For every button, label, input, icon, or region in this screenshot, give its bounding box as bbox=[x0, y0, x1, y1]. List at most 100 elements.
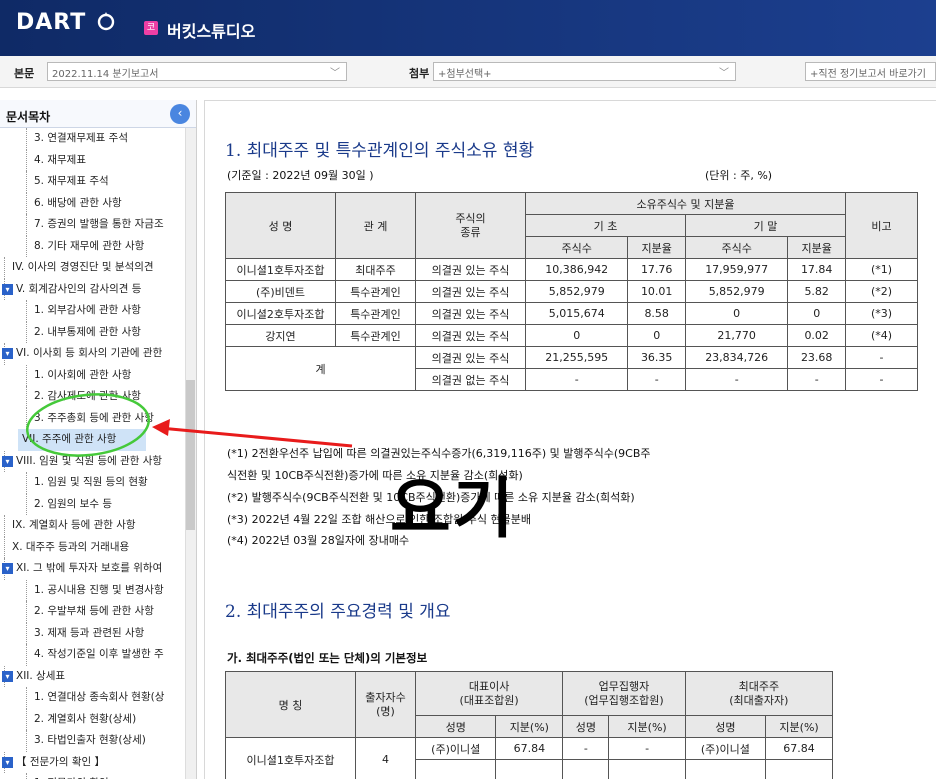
dart-logo-emblem-icon bbox=[97, 12, 115, 31]
sidebar-toc-item[interactable]: 1. 공시내용 진행 및 변경사항 bbox=[0, 579, 184, 601]
sidebar-toc-item[interactable]: 1. 이사회에 관한 사항 bbox=[0, 364, 184, 386]
sidebar-toc-item[interactable]: X. 대주주 등과의 거래내용 bbox=[0, 536, 184, 558]
expand-toggle-icon[interactable]: ▾ bbox=[2, 563, 13, 574]
sidebar-toc-item[interactable]: 3. 연결재무제표 주석 bbox=[0, 128, 184, 150]
cell: 17.76 bbox=[627, 258, 686, 281]
expand-toggle-icon[interactable]: ▾ bbox=[2, 348, 13, 359]
sidebar-toc-item[interactable]: 2. 계열회사 현황(상세) bbox=[0, 708, 184, 730]
cell: 0 bbox=[787, 302, 846, 325]
section-title: 1. 최대주주 및 특수관계인의 주식소유 현황 bbox=[225, 141, 535, 161]
sidebar-toc-item[interactable]: 2. 우발부채 등에 관한 사항 bbox=[0, 601, 184, 623]
sidebar-toc-item[interactable]: IX. 계열회사 등에 관한 사항 bbox=[0, 515, 184, 537]
tree-line bbox=[26, 407, 27, 429]
main-doc-select[interactable]: 2022.11.14 분기보고서 ﹀ bbox=[47, 62, 347, 81]
sidebar-toc-item[interactable]: ▾ VIII. 임원 및 직원 등에 관한 사항 bbox=[0, 450, 184, 472]
toc-scrollbar-thumb[interactable] bbox=[186, 380, 195, 530]
attach-select[interactable]: +첨부선택+ ﹀ bbox=[433, 62, 736, 81]
sidebar-toc-item[interactable]: 8. 기타 재무에 관한 사항 bbox=[0, 235, 184, 257]
cell: (주)이니셜 bbox=[414, 737, 497, 760]
sidebar-toc-item[interactable]: 1. 전문가의 확인 bbox=[0, 773, 184, 779]
cell: 10.01 bbox=[627, 280, 686, 303]
col-ratio: 지분율 bbox=[627, 236, 686, 259]
sidebar-toc-item[interactable]: 5. 재무제표 주석 bbox=[0, 171, 184, 193]
sidebar-toc-item[interactable]: 1. 외부감사에 관한 사항 bbox=[0, 300, 184, 322]
cell: 특수관계인 bbox=[335, 302, 416, 325]
toc-item-label: 2. 내부통제에 관한 사항 bbox=[34, 325, 141, 338]
company-badge: 코 bbox=[144, 21, 158, 35]
col-end: 기 말 bbox=[684, 214, 847, 237]
sidebar-toc-item[interactable]: 3. 주주총회 등에 관한 사항 bbox=[0, 407, 184, 429]
tree-line bbox=[26, 386, 27, 408]
sidebar-toc-item[interactable]: 2. 임원의 보수 등 bbox=[0, 493, 184, 515]
cell: 0 bbox=[627, 324, 686, 347]
expand-toggle-icon[interactable]: ▾ bbox=[2, 283, 13, 295]
dart-logo[interactable]: DART bbox=[16, 10, 86, 35]
tree-line bbox=[26, 128, 27, 150]
toc-item-label: 2. 우발부채 등에 관한 사항 bbox=[34, 605, 154, 617]
tree-line bbox=[26, 149, 27, 171]
sidebar-toc-item[interactable]: 4. 재무제표 bbox=[0, 149, 184, 171]
sidebar-toc-item[interactable]: 4. 작성기준일 이후 발생한 주 bbox=[0, 644, 184, 666]
cell: 10,386,942 bbox=[524, 258, 629, 281]
previous-report-select[interactable]: +직전 정기보고서 바로가기 bbox=[805, 62, 936, 81]
sidebar-toc-item[interactable]: 1. 연결대상 종속회사 현황(상 bbox=[0, 687, 184, 709]
table-row: 이니셜1호투자조합 4 (주)이니셜 67.84 - - (주)이니셜 67.8… bbox=[225, 737, 833, 779]
toc-item-label: 4. 작성기준일 이후 발생한 주 bbox=[34, 648, 164, 660]
tree-line bbox=[26, 300, 27, 322]
section-title: 2. 최대주주의 주요경력 및 개요 bbox=[225, 602, 451, 622]
cell: 최대주주 bbox=[335, 258, 416, 281]
tree-line bbox=[26, 472, 27, 494]
expand-toggle-icon[interactable]: ▾ bbox=[2, 756, 13, 768]
cell: - bbox=[524, 368, 629, 391]
col-name: 성 명 bbox=[225, 192, 336, 259]
col-stock-type: 주식의 종류 bbox=[415, 192, 526, 259]
sidebar-toc-item[interactable]: 3. 제재 등과 관련된 사항 bbox=[0, 622, 184, 644]
total-label: 계 bbox=[225, 346, 416, 391]
tree-line bbox=[26, 235, 27, 257]
cell: - bbox=[787, 368, 846, 391]
cell: 0 bbox=[524, 324, 629, 347]
company-name: 버킷스튜디오 bbox=[167, 22, 256, 41]
sidebar-toc-item[interactable]: 1. 임원 및 직원 등의 현황 bbox=[0, 472, 184, 494]
cell: - bbox=[684, 368, 789, 391]
sidebar-toc-item[interactable]: 2. 감사제도에 관한 사항 bbox=[0, 386, 184, 408]
chevron-down-icon: ﹀ bbox=[330, 68, 340, 79]
cell: 5,015,674 bbox=[524, 302, 629, 325]
toc-item-label: IX. 계열회사 등에 관한 사항 bbox=[12, 519, 136, 531]
sidebar-toc-item[interactable]: ▾ XI. 그 밖에 투자자 보호를 위하여 bbox=[0, 558, 184, 580]
expand-toggle-icon[interactable]: ▾ bbox=[2, 455, 13, 467]
tree-line bbox=[26, 321, 27, 343]
cell: - bbox=[845, 368, 918, 391]
cell: 의결권 없는 주식 bbox=[415, 368, 526, 391]
sidebar-toc-item[interactable]: 3. 타법인출자 현황(상세) bbox=[0, 730, 184, 752]
cell: - bbox=[627, 368, 686, 391]
sidebar-toc-item[interactable]: 2. 내부통제에 관한 사항 bbox=[0, 321, 184, 343]
toc-item-label: 4. 재무제표 bbox=[34, 153, 86, 166]
cell: 의결권 있는 주식 bbox=[415, 258, 526, 281]
sidebar-toc-item[interactable]: IV. 이사의 경영진단 및 분석의견 bbox=[0, 257, 184, 279]
footnote: (*4) 2022년 03월 28일자에 장내매수 bbox=[227, 534, 410, 547]
toc-item-label: VII. 주주에 관한 사항 bbox=[22, 433, 117, 445]
toc-item-label: VIII. 임원 및 직원 등에 관한 사항 bbox=[16, 454, 163, 467]
sidebar-toc-item[interactable]: ▾ 【 전문가의 확인 】 bbox=[0, 751, 184, 773]
toc-item-label: 1. 임원 및 직원 등의 현황 bbox=[34, 476, 148, 488]
sidebar-toc-item[interactable]: 7. 증권의 발행을 통한 자금조 bbox=[0, 214, 184, 236]
sidebar-toc-item[interactable]: ▾ XII. 상세표 bbox=[0, 665, 184, 687]
toc-item-label: 2. 임원의 보수 등 bbox=[34, 497, 112, 510]
col-name: 명 칭 bbox=[225, 671, 356, 738]
cell: 의결권 있는 주식 bbox=[415, 302, 526, 325]
col-ratio: 지분율 bbox=[787, 236, 846, 259]
col-stake: 지분(%) bbox=[765, 715, 833, 738]
sidebar-toc-item[interactable]: 6. 배당에 관한 사항 bbox=[0, 192, 184, 214]
sidebar-toc-item[interactable]: ▾ V. 회계감사인의 감사의견 등 bbox=[0, 278, 184, 300]
cell: 21,255,595 bbox=[524, 346, 629, 369]
collapse-sidebar-icon[interactable]: ‹ bbox=[170, 104, 190, 124]
tree-line bbox=[26, 493, 27, 515]
sidebar-toc-item[interactable]: ▾ VI. 이사회 등 회사의 기관에 관한 bbox=[0, 343, 184, 365]
expand-toggle-icon[interactable]: ▾ bbox=[2, 670, 13, 682]
cell: (*2) bbox=[845, 280, 918, 303]
document-viewer: 1. 최대주주 및 특수관계인의 주식소유 현황 (기준일 : 2022년 09… bbox=[204, 100, 936, 779]
cell: 5.82 bbox=[787, 280, 846, 303]
table-row: 이니셜1호투자조합 최대주주 의결권 있는 주식 10,386,942 17.76 17,… bbox=[225, 258, 918, 281]
sidebar-toc-item[interactable]: VII. 주주에 관한 사항 bbox=[18, 429, 146, 451]
